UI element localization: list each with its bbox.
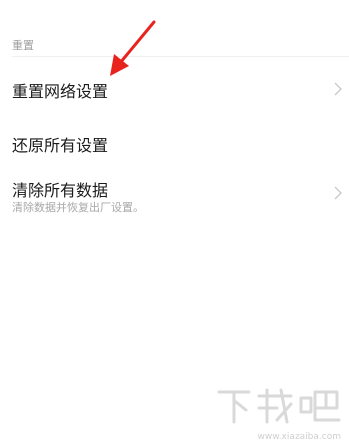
watermark-url: www.xiazaiba.com [257,432,341,442]
restore-all-settings-item[interactable]: 还原所有设置 [0,122,349,162]
erase-all-data-item[interactable]: 清除所有数据 清除数据并恢复出厂设置。 [0,168,349,218]
erase-all-data-label: 清除所有数据 [12,181,109,200]
xiazaiba-watermark-logo [217,388,341,424]
chevron-right-icon [334,186,342,200]
chevron-right-icon [334,82,342,96]
section-divider [12,56,349,57]
reset-network-settings-label: 重置网络设置 [12,82,109,101]
red-arrow-icon [110,20,156,76]
erase-all-data-description: 清除数据并恢复出厂设置。 [12,201,144,214]
reset-network-settings-item[interactable]: 重置网络设置 [0,66,349,110]
section-header-reset: 重置 [12,39,34,52]
restore-all-settings-label: 还原所有设置 [12,136,109,155]
